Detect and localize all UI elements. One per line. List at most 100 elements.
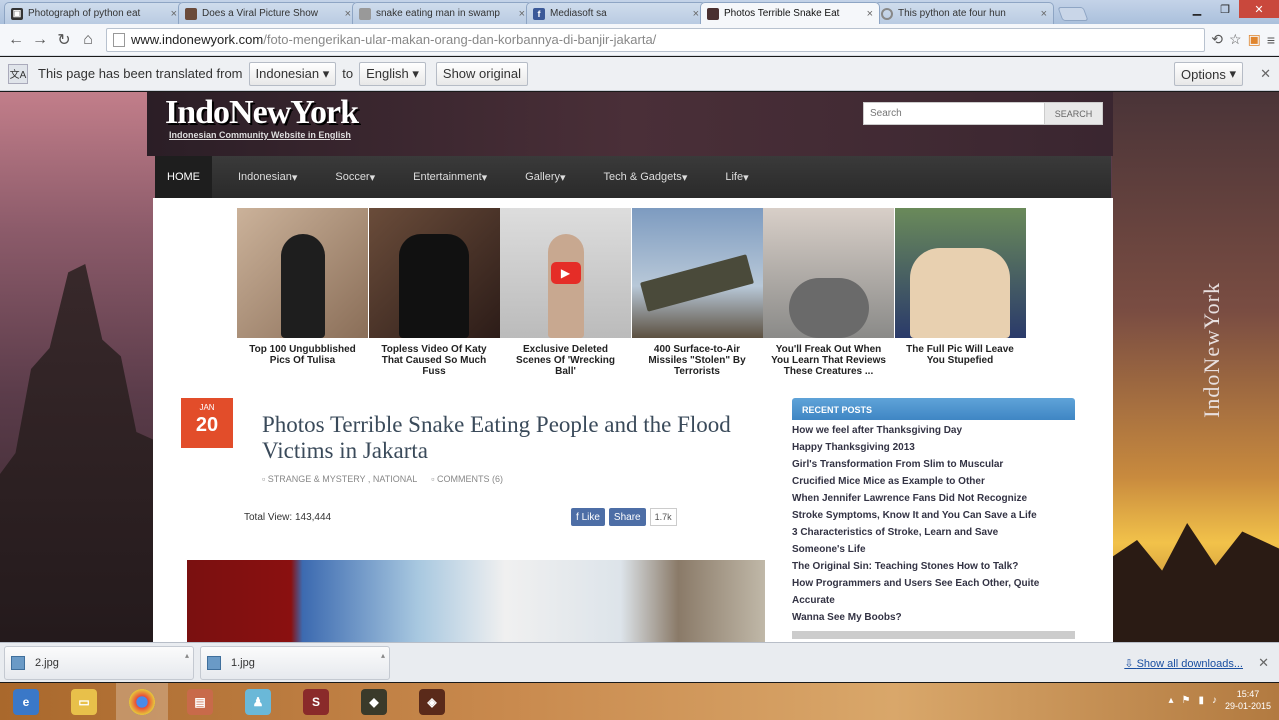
promo-item[interactable]: The Full Pic Will Leave You Stupefied: [894, 208, 1026, 398]
address-bar[interactable]: www.indonewyork.com/foto-mengerikan-ular…: [106, 27, 1206, 52]
recent-post-link[interactable]: Girl's Transformation From Slim to Muscu…: [792, 456, 1075, 473]
forward-icon[interactable]: →: [28, 28, 52, 52]
recent-post-link[interactable]: How Programmers and Users See Each Other…: [792, 575, 1075, 592]
promo-image[interactable]: [763, 208, 894, 338]
clock[interactable]: 15:47 29-01-2015: [1225, 688, 1271, 712]
tab-2[interactable]: snake eating man in swamp ×: [352, 2, 532, 24]
extension-icon[interactable]: ▣: [1248, 31, 1261, 48]
promo-caption[interactable]: Exclusive Deleted Scenes Of 'Wrecking Ba…: [505, 344, 627, 377]
new-tab-button[interactable]: [1057, 7, 1089, 21]
facebook-share-button[interactable]: Share: [608, 508, 646, 526]
promo-item[interactable]: Topless Video Of Katy That Caused So Muc…: [368, 208, 500, 398]
promo-image[interactable]: [368, 208, 500, 338]
category-links[interactable]: ▫ STRANGE & MYSTERY , NATIONAL: [262, 474, 417, 484]
nav-indonesian[interactable]: Indonesian ▾: [226, 156, 309, 198]
translate-icon[interactable]: ⟲: [1211, 31, 1223, 48]
promo-caption[interactable]: You'll Freak Out When You Learn That Rev…: [768, 344, 890, 377]
nav-tech-gadgets[interactable]: Tech & Gadgets ▾: [592, 156, 700, 198]
translate-options-button[interactable]: Options ▾: [1174, 62, 1243, 86]
close-tab-icon[interactable]: ×: [867, 8, 873, 20]
options-label: Options: [1181, 66, 1226, 82]
bookmark-star-icon[interactable]: ☆: [1229, 31, 1242, 48]
facebook-like-button[interactable]: f Like: [571, 508, 605, 526]
close-window-icon[interactable]: ✕: [1239, 0, 1279, 18]
app-taskbar-button[interactable]: ♟: [232, 683, 284, 720]
back-icon[interactable]: ←: [4, 28, 28, 52]
person-icon: ♟: [245, 688, 271, 715]
flag-icon[interactable]: ⚑: [1181, 695, 1190, 706]
chrome-taskbar-button[interactable]: [116, 683, 168, 720]
volume-icon[interactable]: ♪: [1212, 695, 1217, 706]
recent-post-link[interactable]: Stroke Symptoms, Know It and You Can Sav…: [792, 507, 1075, 524]
promo-caption[interactable]: Topless Video Of Katy That Caused So Muc…: [373, 344, 495, 377]
tab-5[interactable]: This python ate four hun ×: [874, 2, 1054, 24]
promo-image[interactable]: [894, 208, 1026, 338]
nav-life[interactable]: Life ▾: [713, 156, 760, 198]
source-language-select[interactable]: Indonesian ▾: [248, 61, 337, 86]
page-info-icon[interactable]: [113, 32, 125, 47]
promo-item[interactable]: 400 Surface-to-Air Missiles "Stolen" By …: [631, 208, 763, 398]
promo-caption[interactable]: The Full Pic Will Leave You Stupefied: [899, 344, 1021, 366]
nav-soccer[interactable]: Soccer ▾: [323, 156, 387, 198]
target-language-select[interactable]: English ▾: [359, 61, 426, 86]
network-icon[interactable]: ▮: [1198, 695, 1204, 706]
ie-taskbar-button[interactable]: e: [0, 683, 52, 720]
tab-0[interactable]: ▣ Photograph of python eat ×: [4, 2, 184, 24]
show-all-downloads-link[interactable]: ⇩ Show all downloads...: [1124, 657, 1243, 670]
site-header: IndoNewYork Indonesian Community Website…: [147, 92, 1113, 156]
chevron-up-icon[interactable]: ▴: [381, 651, 385, 660]
promo-item[interactable]: Top 100 Ungubblished Pics Of Tulisa: [237, 208, 368, 398]
close-tab-icon[interactable]: ×: [345, 8, 351, 20]
close-tab-icon[interactable]: ×: [693, 8, 699, 20]
recent-post-link[interactable]: Accurate: [792, 592, 1075, 609]
recent-post-link[interactable]: 3 Characteristics of Stroke, Learn and S…: [792, 524, 1075, 541]
app-taskbar-button[interactable]: ◈: [406, 683, 458, 720]
close-downloads-icon[interactable]: ✕: [1258, 655, 1269, 671]
search-input[interactable]: [864, 103, 1044, 124]
recent-post-link[interactable]: How we feel after Thanksgiving Day: [792, 422, 1075, 439]
recent-post-link[interactable]: When Jennifer Lawrence Fans Did Not Reco…: [792, 490, 1075, 507]
maximize-icon[interactable]: ❐: [1211, 0, 1239, 18]
menu-icon[interactable]: ≡: [1267, 32, 1275, 48]
promo-image[interactable]: [237, 208, 368, 338]
play-icon[interactable]: ▶: [550, 262, 581, 284]
show-original-button[interactable]: Show original: [435, 61, 528, 86]
site-logo[interactable]: IndoNewYork: [165, 94, 359, 132]
promo-caption[interactable]: 400 Surface-to-Air Missiles "Stolen" By …: [636, 344, 758, 377]
download-item[interactable]: 2.jpg ▴: [4, 645, 194, 680]
app-taskbar-button[interactable]: S: [290, 683, 342, 720]
reload-icon[interactable]: ↻: [52, 28, 76, 52]
nav-home[interactable]: HOME: [155, 156, 212, 198]
recent-post-link[interactable]: The Original Sin: Teaching Stones How to…: [792, 558, 1075, 575]
minimize-icon[interactable]: ▁: [1183, 0, 1211, 18]
tab-4[interactable]: Photos Terrible Snake Eat ×: [700, 2, 880, 24]
promo-item[interactable]: You'll Freak Out When You Learn That Rev…: [763, 208, 894, 398]
search-button[interactable]: SEARCH: [1044, 103, 1102, 124]
close-infobar-icon[interactable]: ✕: [1260, 66, 1271, 82]
recent-post-link[interactable]: Crucified Mice Mice as Example to Other: [792, 473, 1075, 490]
chevron-up-icon[interactable]: ▴: [185, 651, 189, 660]
promo-item[interactable]: ▶ Exclusive Deleted Scenes Of 'Wrecking …: [500, 208, 631, 398]
download-item[interactable]: 1.jpg ▴: [200, 645, 390, 680]
promo-image[interactable]: [631, 208, 763, 338]
nav-gallery[interactable]: Gallery ▾: [513, 156, 577, 198]
explorer-taskbar-button[interactable]: ▭: [58, 683, 110, 720]
article-title[interactable]: Photos Terrible Snake Eating People and …: [262, 412, 762, 464]
close-tab-icon[interactable]: ×: [171, 8, 177, 20]
comments-link[interactable]: ▫ COMMENTS (6): [431, 474, 503, 484]
tray-arrow-icon[interactable]: ▴: [1168, 695, 1173, 706]
nav-entertainment[interactable]: Entertainment ▾: [401, 156, 499, 198]
home-icon[interactable]: ⌂: [76, 28, 100, 52]
tab-3[interactable]: f Mediasoft sa ×: [526, 2, 706, 24]
close-tab-icon[interactable]: ×: [1041, 8, 1047, 20]
promo-caption[interactable]: Top 100 Ungubblished Pics Of Tulisa: [242, 344, 364, 366]
recent-post-link[interactable]: Wanna See My Boobs?: [792, 609, 1075, 626]
app-taskbar-button[interactable]: ▤: [174, 683, 226, 720]
tab-1[interactable]: Does a Viral Picture Show ×: [178, 2, 358, 24]
close-tab-icon[interactable]: ×: [519, 8, 525, 20]
promo-image[interactable]: ▶: [500, 208, 631, 338]
loading-icon: [881, 7, 893, 20]
app-taskbar-button[interactable]: ◆: [348, 683, 400, 720]
recent-post-link[interactable]: Happy Thanksgiving 2013: [792, 439, 1075, 456]
recent-post-link[interactable]: Someone's Life: [792, 541, 1075, 558]
